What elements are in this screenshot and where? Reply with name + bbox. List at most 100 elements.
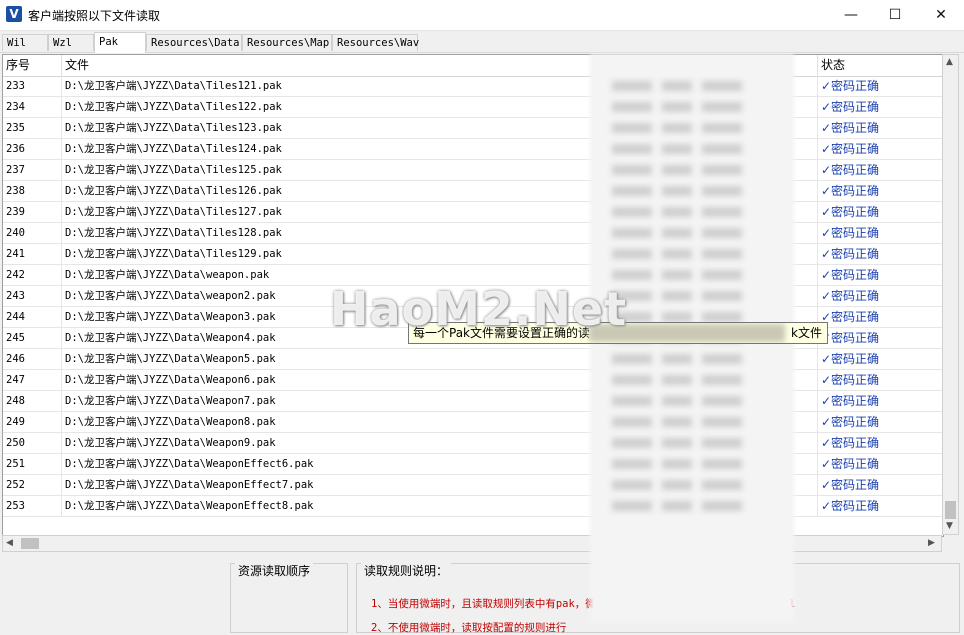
redacted-block: [702, 501, 742, 511]
row-num: 252: [3, 475, 62, 495]
redacted-block: [612, 480, 652, 490]
bottom-panel: 资源读取顺序 读取规则说明： 1、当使用微端时，且读取规则列表中有pak，微端直…: [0, 555, 964, 634]
redacted-block: [612, 354, 652, 364]
horizontal-scroll-thumb[interactable]: [21, 538, 39, 549]
redacted-block: [702, 207, 742, 217]
redacted-block: [662, 501, 692, 511]
row-num: 247: [3, 370, 62, 390]
table-row[interactable]: 249 D:\龙卫客户端\JYZZ\Data\Weapon8.pak ✓密码正确: [3, 412, 943, 433]
redacted-block: [662, 102, 692, 112]
row-num: 237: [3, 160, 62, 180]
row-num: 238: [3, 181, 62, 201]
redacted-block: [662, 291, 692, 301]
tab-resources-map[interactable]: Resources\Map: [242, 34, 332, 51]
redacted-block: [662, 312, 692, 322]
redacted-block: [612, 228, 652, 238]
row-status: ✓密码正确: [821, 457, 880, 471]
redacted-block: [612, 186, 652, 196]
resource-order-group: 资源读取顺序: [230, 562, 348, 633]
redacted-block: [702, 354, 742, 364]
redacted-block: [702, 291, 742, 301]
redacted-block: [702, 417, 742, 427]
tab-wil[interactable]: Wil: [2, 34, 48, 51]
table-row[interactable]: 235 D:\龙卫客户端\JYZZ\Data\Tiles123.pak ✓密码正确: [3, 118, 943, 139]
table-row[interactable]: 238 D:\龙卫客户端\JYZZ\Data\Tiles126.pak ✓密码正确: [3, 181, 943, 202]
row-status: ✓密码正确: [821, 436, 880, 450]
table-row[interactable]: 253 D:\龙卫客户端\JYZZ\Data\WeaponEffect8.pak ✓…: [3, 496, 943, 517]
scroll-down-icon[interactable]: ▼: [946, 521, 953, 531]
row-status: ✓密码正确: [821, 352, 880, 366]
header-num[interactable]: 序号: [3, 55, 62, 76]
redacted-block: [702, 396, 742, 406]
window-title: 客户端按照以下文件读取: [28, 9, 161, 23]
row-num: 236: [3, 139, 62, 159]
redacted-block: [662, 354, 692, 364]
table-row[interactable]: 239 D:\龙卫客户端\JYZZ\Data\Tiles127.pak ✓密码正确: [3, 202, 943, 223]
redacted-block: [612, 207, 652, 217]
table-row[interactable]: 234 D:\龙卫客户端\JYZZ\Data\Tiles122.pak ✓密码正确: [3, 97, 943, 118]
row-num: 240: [3, 223, 62, 243]
table-row[interactable]: 237 D:\龙卫客户端\JYZZ\Data\Tiles125.pak ✓密码正确: [3, 160, 943, 181]
close-button[interactable]: ✕: [918, 0, 964, 30]
tab-resources-wav[interactable]: Resources\Wav: [332, 34, 419, 51]
redacted-block: [662, 459, 692, 469]
redacted-block: [702, 144, 742, 154]
row-num: 244: [3, 307, 62, 327]
table-row[interactable]: 252 D:\龙卫客户端\JYZZ\Data\WeaponEffect7.pak ✓…: [3, 475, 943, 496]
row-status: ✓密码正确: [821, 289, 880, 303]
redacted-block: [612, 249, 652, 259]
row-status: ✓密码正确: [821, 394, 880, 408]
redacted-block: [662, 207, 692, 217]
table-row[interactable]: 247 D:\龙卫客户端\JYZZ\Data\Weapon6.pak ✓密码正确: [3, 370, 943, 391]
horizontal-scrollbar[interactable]: ◀ ▶: [2, 535, 942, 552]
redacted-block: [702, 270, 742, 280]
redacted-block: [702, 249, 742, 259]
vertical-scroll-thumb[interactable]: [945, 501, 956, 519]
row-num: 239: [3, 202, 62, 222]
header-status[interactable]: 状态: [818, 55, 943, 76]
tab-pak[interactable]: Pak: [94, 32, 146, 53]
row-num: 248: [3, 391, 62, 411]
redacted-block: [612, 165, 652, 175]
scroll-left-icon[interactable]: ◀: [6, 538, 13, 548]
redacted-block: [612, 270, 652, 280]
tooltip-text-end: k文件: [791, 326, 822, 340]
row-status: ✓密码正确: [821, 478, 880, 492]
row-status: ✓密码正确: [821, 499, 880, 513]
minimize-button[interactable]: —: [828, 0, 874, 30]
row-num: 246: [3, 349, 62, 369]
tab-resources-data[interactable]: Resources\Data: [146, 34, 242, 51]
row-num: 235: [3, 118, 62, 138]
redacted-block: [612, 396, 652, 406]
rule-line-2: 2、不使用微端时，读取按配置的规则进行: [371, 622, 567, 634]
redacted-block: [702, 228, 742, 238]
table-row[interactable]: 251 D:\龙卫客户端\JYZZ\Data\WeaponEffect6.pak ✓…: [3, 454, 943, 475]
row-status: ✓密码正确: [821, 142, 880, 156]
row-num: 233: [3, 76, 62, 96]
maximize-button[interactable]: ☐: [872, 0, 918, 30]
row-status: ✓密码正确: [821, 331, 880, 345]
row-status: ✓密码正确: [821, 205, 880, 219]
table-row[interactable]: 248 D:\龙卫客户端\JYZZ\Data\Weapon7.pak ✓密码正确: [3, 391, 943, 412]
table-row[interactable]: 236 D:\龙卫客户端\JYZZ\Data\Tiles124.pak ✓密码正确: [3, 139, 943, 160]
table-row[interactable]: 250 D:\龙卫客户端\JYZZ\Data\Weapon9.pak ✓密码正确: [3, 433, 943, 454]
tab-strip: Wil Wzl Pak Resources\Data Resources\Map…: [0, 32, 964, 53]
scroll-right-icon[interactable]: ▶: [928, 538, 935, 548]
row-status: ✓密码正确: [821, 247, 880, 261]
redacted-block: [702, 123, 742, 133]
table-row[interactable]: 241 D:\龙卫客户端\JYZZ\Data\Tiles129.pak ✓密码正确: [3, 244, 943, 265]
row-status: ✓密码正确: [821, 226, 880, 240]
title-bar: V 客户端按照以下文件读取 — ☐ ✕: [0, 0, 964, 31]
row-status: ✓密码正确: [821, 268, 880, 282]
vertical-scrollbar[interactable]: ▲ ▼: [942, 54, 959, 535]
redacted-block: [612, 81, 652, 91]
table-row[interactable]: 240 D:\龙卫客户端\JYZZ\Data\Tiles128.pak ✓密码正确: [3, 223, 943, 244]
tab-wzl[interactable]: Wzl: [48, 34, 94, 51]
redacted-block: [702, 165, 742, 175]
scroll-up-icon[interactable]: ▲: [946, 57, 953, 67]
redacted-block: [662, 81, 692, 91]
row-num: 245: [3, 328, 62, 348]
resource-order-label: 资源读取顺序: [235, 562, 314, 579]
table-row[interactable]: 246 D:\龙卫客户端\JYZZ\Data\Weapon5.pak ✓密码正确: [3, 349, 943, 370]
table-row[interactable]: 233 D:\龙卫客户端\JYZZ\Data\Tiles121.pak ✓密码正确: [3, 76, 943, 97]
